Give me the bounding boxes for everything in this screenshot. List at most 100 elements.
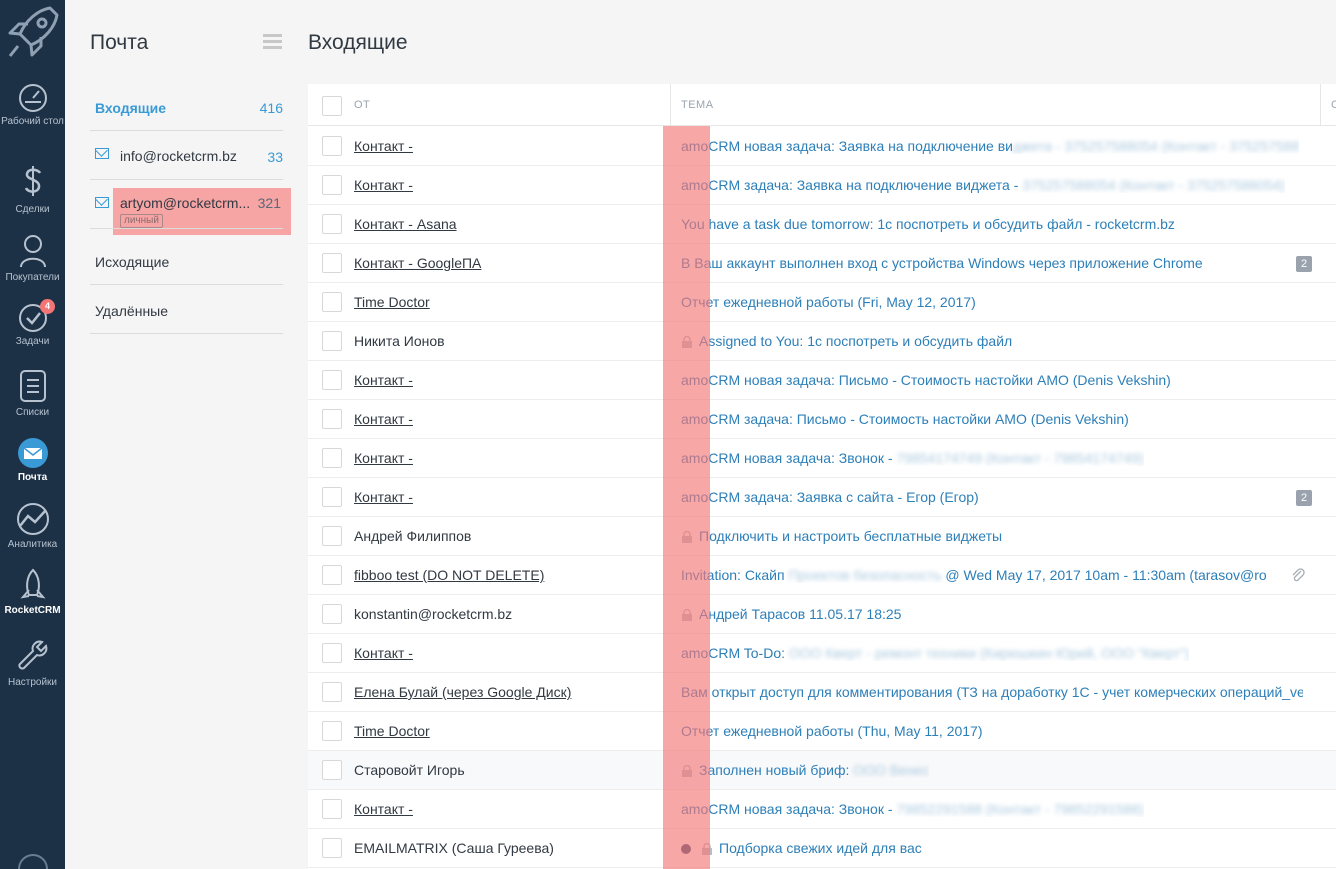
row-checkbox[interactable] [322, 565, 342, 585]
row-subject[interactable]: amoCRM задача: Заявка с сайта - Егор (Ег… [681, 489, 979, 505]
row-subject[interactable]: Подборка свежих идей для вас [719, 840, 922, 856]
row-checkbox[interactable] [322, 370, 342, 390]
nav-item-rocketcrm[interactable]: RocketCRM [0, 568, 65, 616]
table-row[interactable]: Никита Ионов Assigned to You: 1c поспотре… [308, 322, 1336, 361]
row-sender[interactable]: Контакт - [354, 411, 413, 427]
table-row[interactable]: Контакт - amoCRM задача: Заявка на подклю… [308, 166, 1336, 205]
row-subject-text: amoCRM новая задача: Заявка на подключен… [681, 138, 1013, 154]
table-row[interactable]: Контакт - amoCRM задача: Письмо - Стоимос… [308, 400, 1336, 439]
row-subject[interactable]: amoCRM новая задача: Звонок - 7985417474… [681, 450, 1144, 466]
row-subject[interactable]: Отчет ежедневной работы (Fri, May 12, 20… [681, 294, 976, 310]
table-row[interactable]: Time Doctor Отчет ежедневной работы (Thu,… [308, 712, 1336, 751]
row-subject[interactable]: amoCRM новая задача: Заявка на подключен… [681, 138, 1299, 154]
row-checkbox[interactable] [322, 448, 342, 468]
column-divider[interactable] [670, 84, 671, 126]
row-sender[interactable]: Контакт - [354, 372, 413, 388]
table-row[interactable]: Контакт - amoCRM задача: Заявка с сайта -… [308, 478, 1336, 517]
col-more-header[interactable]: С [1331, 99, 1336, 111]
nav-item-dashboard[interactable]: Рабочий стол [0, 83, 65, 127]
table-row[interactable]: Контакт - amoCRM новая задача: Заявка на … [308, 127, 1336, 166]
user-avatar[interactable] [18, 854, 48, 869]
personal-tag: личный [120, 214, 163, 228]
nav-item-lists[interactable]: Списки [0, 368, 65, 418]
row-sender[interactable]: Контакт - [354, 450, 413, 466]
table-row[interactable]: Старовойт Игорь Заполнен новый бриф: ООО … [308, 751, 1336, 790]
folder-deleted[interactable]: Удалённые [90, 285, 283, 334]
row-checkbox[interactable] [322, 487, 342, 507]
row-sender[interactable]: fibboo test (DO NOT DELETE) [354, 567, 544, 583]
row-checkbox[interactable] [322, 799, 342, 819]
row-subject[interactable]: Отчет ежедневной работы (Thu, May 11, 20… [681, 723, 983, 739]
row-sender[interactable]: Контакт - [354, 489, 413, 505]
nav-item-mail[interactable]: Почта [0, 437, 65, 483]
table-row[interactable]: Контакт - amoCRM новая задача: Звонок - 7… [308, 439, 1336, 478]
row-subject[interactable]: Assigned to You: 1c поспотреть и обсудит… [699, 333, 1012, 349]
table-row[interactable]: Андрей Филиппов Подключить и настроить бе… [308, 517, 1336, 556]
row-sender[interactable]: Контакт - Asana [354, 216, 457, 232]
row-checkbox[interactable] [322, 331, 342, 351]
row-checkbox[interactable] [322, 643, 342, 663]
row-checkbox[interactable] [322, 175, 342, 195]
row-sender[interactable]: Контакт - [354, 138, 413, 154]
row-subject-text: Андрей Тарасов 11.05.17 18:25 [699, 606, 902, 622]
row-checkbox[interactable] [322, 136, 342, 156]
table-row[interactable]: EMAILMATRIX (Саша Гуреева) Подборка свежи… [308, 829, 1336, 868]
row-checkbox[interactable] [322, 526, 342, 546]
nav-item-customers[interactable]: Покупатели [0, 233, 65, 283]
table-row[interactable]: Контакт - Asana You have a task due tomor… [308, 205, 1336, 244]
table-row[interactable]: Контакт - amoCRM новая задача: Звонок - 7… [308, 790, 1336, 829]
row-subject[interactable]: В Ваш аккаунт выполнен вход с устройства… [681, 255, 1203, 271]
row-sender[interactable]: Контакт - [354, 645, 413, 661]
folder-outbox[interactable]: Исходящие [90, 236, 283, 285]
folder-info-mailbox[interactable]: info@rocketcrm.bz 33 [90, 131, 283, 180]
row-sender[interactable]: Контакт - GoogleПА [354, 255, 481, 271]
row-subject[interactable]: amoCRM новая задача: Письмо - Стоимость … [681, 372, 1171, 388]
row-subject[interactable]: Заполнен новый бриф: ООО Венес [699, 762, 929, 778]
row-subject[interactable]: You have a task due tomorrow: 1c поспотр… [681, 216, 1175, 232]
table-row[interactable]: fibboo test (DO NOT DELETE) Invitation: С… [308, 556, 1336, 595]
table-row[interactable]: Контакт - amoCRM новая задача: Письмо - С… [308, 361, 1336, 400]
column-divider[interactable] [1320, 84, 1321, 126]
rocket-logo-icon[interactable] [0, 0, 65, 66]
row-sender[interactable]: Контакт - [354, 177, 413, 193]
table-row[interactable]: Контакт - GoogleПА В Ваш аккаунт выполнен… [308, 244, 1336, 283]
row-subject[interactable]: Вам открыт доступ для комментирования (Т… [681, 684, 1303, 700]
row-subject-text: Отчет ежедневной работы (Fri, May 12, 20… [681, 294, 976, 310]
row-sender: Никита Ионов [354, 333, 445, 349]
row-checkbox[interactable] [322, 760, 342, 780]
row-checkbox[interactable] [322, 838, 342, 858]
row-subject[interactable]: amoCRM новая задача: Звонок - 7985229158… [681, 801, 1144, 817]
nav-item-analytics[interactable]: Аналитика [0, 502, 65, 550]
row-sender[interactable]: Time Doctor [354, 294, 430, 310]
envelope-icon [95, 197, 109, 208]
row-checkbox[interactable] [322, 721, 342, 741]
row-checkbox[interactable] [322, 682, 342, 702]
row-sender[interactable]: Time Doctor [354, 723, 430, 739]
nav-item-settings[interactable]: Настройки [0, 638, 65, 688]
row-subject[interactable]: amoCRM задача: Письмо - Стоимость настой… [681, 411, 1129, 427]
col-from-header[interactable]: ОТ [354, 99, 370, 111]
nav-item-deals[interactable]: Сделки [0, 163, 65, 215]
table-row[interactable]: Елена Булай (через Google Диск) Вам откры… [308, 673, 1336, 712]
row-sender[interactable]: Елена Булай (через Google Диск) [354, 684, 571, 700]
col-subject-header[interactable]: ТЕМА [681, 99, 714, 111]
menu-icon[interactable] [263, 34, 282, 50]
row-checkbox[interactable] [322, 292, 342, 312]
row-subject[interactable]: amoCRM задача: Заявка на подключение вид… [681, 177, 1285, 193]
row-sender[interactable]: Контакт - [354, 801, 413, 817]
row-subject[interactable]: Подключить и настроить бесплатные виджет… [699, 528, 1002, 544]
folder-inbox[interactable]: Входящие 416 [90, 82, 283, 131]
folder-artyom-mailbox[interactable]: artyom@rocketcrm... 321 [90, 180, 283, 229]
table-row[interactable]: konstantin@rocketcrm.bz Андрей Тарасов 11… [308, 595, 1336, 634]
nav-item-tasks[interactable]: 4 Задачи [0, 299, 65, 347]
table-row[interactable]: Time Doctor Отчет ежедневной работы (Fri,… [308, 283, 1336, 322]
table-row[interactable]: Контакт - amoCRM To-Do: ООО Кверт - ремон… [308, 634, 1336, 673]
select-all-checkbox[interactable] [322, 96, 342, 116]
row-checkbox[interactable] [322, 214, 342, 234]
row-checkbox[interactable] [322, 409, 342, 429]
row-checkbox[interactable] [322, 604, 342, 624]
row-subject[interactable]: Андрей Тарасов 11.05.17 18:25 [699, 606, 901, 622]
row-subject[interactable]: amoCRM To-Do: ООО Кверт - ремонт техники… [681, 645, 1189, 661]
row-subject[interactable]: Invitation: Скайп Проектов безопасность … [681, 567, 1267, 583]
row-checkbox[interactable] [322, 253, 342, 273]
